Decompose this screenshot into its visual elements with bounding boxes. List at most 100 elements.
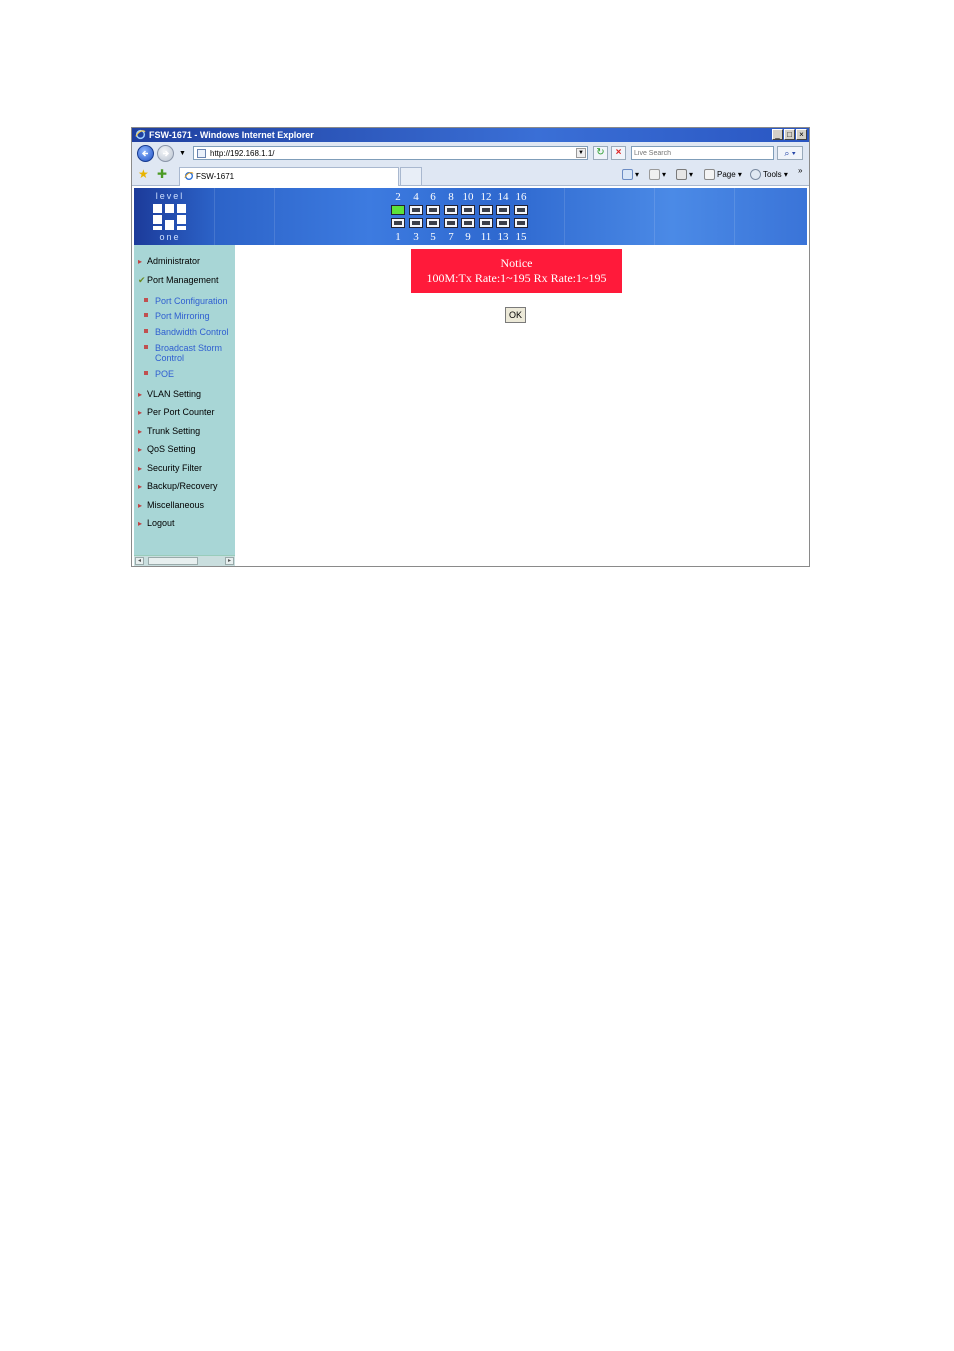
sidebar-item-security-filter[interactable]: ▸ Security Filter <box>138 463 202 474</box>
feeds-icon[interactable] <box>649 169 660 180</box>
switch-port-panel: 2 4 6 8 10 12 14 16 1 3 5 7 9 11 13 15 <box>390 188 530 245</box>
notice-message: 100M:Tx Rate:1~195 Rx Rate:1~195 <box>426 271 607 285</box>
levelone-logo: level one <box>151 192 189 242</box>
home-dropdown-icon[interactable]: ▾ <box>635 168 639 181</box>
tools-menu-button[interactable]: Tools ▾ <box>763 168 788 181</box>
scrollbar-thumb[interactable] <box>148 557 198 565</box>
new-tab-button[interactable] <box>400 167 422 185</box>
stop-button[interactable]: × <box>611 146 626 160</box>
command-bar: ▾ ▾ ▾ Page ▾ Tools ▾ » <box>622 166 807 182</box>
sidebar-item-port-management[interactable]: ✔Port Management <box>138 275 219 286</box>
bullet-icon <box>144 313 148 317</box>
bullet-icon <box>144 371 148 375</box>
bullet-icon <box>144 345 148 349</box>
port-13-indicator[interactable] <box>496 218 510 228</box>
arrow-icon: ▸ <box>138 408 143 417</box>
notice-title: Notice <box>500 256 533 270</box>
sidebar-item-backup-recovery[interactable]: ▸ Backup/Recovery <box>138 481 218 492</box>
back-button[interactable] <box>137 145 154 162</box>
sidebar-horizontal-scrollbar[interactable]: ◂ ▸ <box>134 555 235 566</box>
port-1-indicator[interactable] <box>391 218 405 228</box>
port-number-top: 12 <box>480 191 492 203</box>
sidebar-item-label: Administrator <box>147 256 201 266</box>
forward-button[interactable] <box>157 145 174 162</box>
port-number-top: 14 <box>497 191 509 203</box>
search-input[interactable] <box>632 149 774 158</box>
port-11-indicator[interactable] <box>479 218 493 228</box>
port-14-indicator[interactable] <box>496 205 510 215</box>
arrow-icon: ▸ <box>138 390 143 399</box>
tab-fsw-1671[interactable]: FSW-1671 <box>179 167 399 186</box>
print-icon[interactable] <box>676 169 687 180</box>
ie-page-icon <box>184 172 194 180</box>
port-2-link-indicator[interactable] <box>391 205 405 215</box>
page-menu-label: Page <box>717 170 736 179</box>
submenu-label: Port Configuration <box>155 296 228 306</box>
arrow-icon: ▸ <box>138 445 143 454</box>
port-15-indicator[interactable] <box>514 218 528 228</box>
url-text[interactable]: http://192.168.1.1/ <box>210 148 275 159</box>
maximize-button[interactable]: □ <box>784 129 795 140</box>
ok-button[interactable]: OK <box>505 307 526 323</box>
print-dropdown-icon[interactable]: ▾ <box>689 168 693 181</box>
check-icon: ✔ <box>138 275 146 285</box>
sidebar-item-logout[interactable]: ▸ Logout <box>138 518 175 529</box>
sidebar-item-label: Logout <box>147 518 175 528</box>
arrow-icon: ▸ <box>138 464 143 473</box>
port-7-indicator[interactable] <box>444 218 458 228</box>
port-8-indicator[interactable] <box>444 205 458 215</box>
port-9-indicator[interactable] <box>461 218 475 228</box>
more-commands-button[interactable]: » <box>798 164 802 177</box>
port-6-indicator[interactable] <box>426 205 440 215</box>
sidebar-item-miscellaneous[interactable]: ▸ Miscellaneous <box>138 500 204 511</box>
sidebar-menu: ▸ Administrator ✔Port Management Port Con… <box>134 245 235 566</box>
close-button[interactable]: × <box>796 129 807 140</box>
address-field[interactable]: http://192.168.1.1/ ▼ <box>193 146 588 160</box>
tab-label: FSW-1671 <box>196 172 235 181</box>
arrow-icon: ▸ <box>138 257 143 266</box>
port-4-indicator[interactable] <box>409 205 423 215</box>
port-12-indicator[interactable] <box>479 205 493 215</box>
arrow-icon: ▸ <box>138 519 143 528</box>
port-16-indicator[interactable] <box>514 205 528 215</box>
port-number-bottom: 1 <box>395 231 401 243</box>
home-icon[interactable] <box>622 169 633 180</box>
favorites-star-icon[interactable]: ★ <box>138 168 149 180</box>
address-dropdown-icon[interactable]: ▼ <box>576 148 586 158</box>
port-number-bottom: 15 <box>515 231 527 243</box>
page-menu-button[interactable]: Page ▾ <box>717 168 742 181</box>
port-number-bottom: 9 <box>465 231 471 243</box>
port-number-bottom: 11 <box>480 231 492 243</box>
port-number-top: 4 <box>413 191 419 203</box>
sidebar-item-label: Trunk Setting <box>147 426 201 436</box>
port-5-indicator[interactable] <box>426 218 440 228</box>
arrow-icon: ▸ <box>138 427 143 436</box>
add-favorites-icon[interactable]: ✚ <box>157 168 167 180</box>
sidebar-item-per-port-counter[interactable]: ▸ Per Port Counter <box>138 407 215 418</box>
tools-menu-label: Tools <box>763 170 782 179</box>
sidebar-item-qos-setting[interactable]: ▸ QoS Setting <box>138 444 196 455</box>
scroll-right-icon[interactable]: ▸ <box>225 557 234 565</box>
search-button[interactable]: ⌕ ▾ <box>777 146 803 160</box>
logo-text-level: level <box>155 191 185 201</box>
feeds-dropdown-icon[interactable]: ▾ <box>662 168 666 181</box>
port-10-indicator[interactable] <box>461 205 475 215</box>
sidebar-item-trunk-setting[interactable]: ▸ Trunk Setting <box>138 426 200 437</box>
search-box[interactable] <box>631 146 774 160</box>
arrow-icon: ▸ <box>138 482 143 491</box>
sidebar-item-vlan-setting[interactable]: ▸ VLAN Setting <box>138 389 201 400</box>
recent-pages-dropdown-icon[interactable]: ▼ <box>179 150 186 157</box>
submenu-label: Broadcast Storm Control <box>155 343 223 363</box>
address-toolbar: ▼ http://192.168.1.1/ ▼ ↻ × ⌕ ▾ <box>132 142 809 164</box>
submenu-label: POE <box>155 369 175 379</box>
port-3-indicator[interactable] <box>409 218 423 228</box>
minimize-button[interactable]: _ <box>772 129 783 140</box>
port-number-top: 6 <box>430 191 436 203</box>
bullet-icon <box>144 298 148 302</box>
submenu-label: Port Mirroring <box>155 311 210 321</box>
port-number-top: 8 <box>448 191 454 203</box>
refresh-button[interactable]: ↻ <box>593 146 608 160</box>
scroll-left-icon[interactable]: ◂ <box>135 557 144 565</box>
sidebar-item-administrator[interactable]: ▸ Administrator <box>138 256 200 267</box>
submenu-label: Bandwidth Control <box>155 327 229 337</box>
